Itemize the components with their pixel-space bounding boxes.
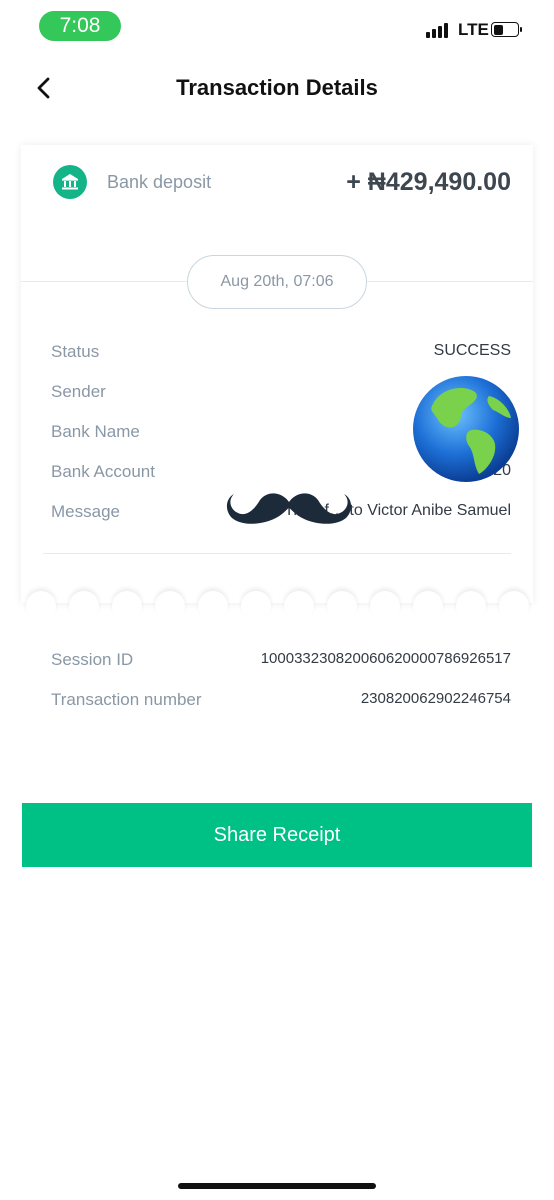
transaction-number-value: 230820062902246754 [360, 690, 511, 707]
row-label: Sender [51, 382, 106, 401]
session-id-row: Session ID 10003323082006062000078692651… [51, 650, 511, 674]
status-value: SUCCESS [433, 342, 511, 359]
row-label: Bank Account [51, 462, 155, 481]
row-label: Session ID [51, 650, 134, 669]
mustache-icon [226, 493, 352, 524]
transaction-date: Aug 20th, 07:06 [187, 255, 367, 309]
home-indicator[interactable] [178, 1183, 376, 1189]
transaction-type: Bank deposit [107, 172, 212, 192]
row-label: Message [51, 502, 120, 521]
transaction-amount: + ₦429,490.00 [346, 168, 511, 196]
status-bar: 7:08 LTE [0, 0, 554, 54]
nav-bar: Transaction Details [0, 60, 554, 116]
row-label: Status [51, 342, 100, 361]
row-label: Transaction number [51, 690, 202, 709]
divider [43, 553, 511, 554]
transaction-number-row: Transaction number 230820062902246754 [51, 690, 511, 714]
globe-icon [413, 376, 519, 482]
status-row: Status SUCCESS [51, 342, 511, 366]
bank-icon [53, 165, 87, 199]
network-label: LTE [458, 20, 489, 39]
page-title: Transaction Details [176, 75, 378, 100]
status-time: 7:08 [39, 11, 121, 41]
battery-icon [491, 22, 522, 37]
row-label: Bank Name [51, 422, 140, 441]
receipt-edge [21, 591, 533, 621]
signal-icon [426, 22, 450, 38]
share-receipt-button[interactable]: Share Receipt [22, 803, 532, 867]
session-id-value: 100033230820060620000786926517 [260, 650, 511, 667]
